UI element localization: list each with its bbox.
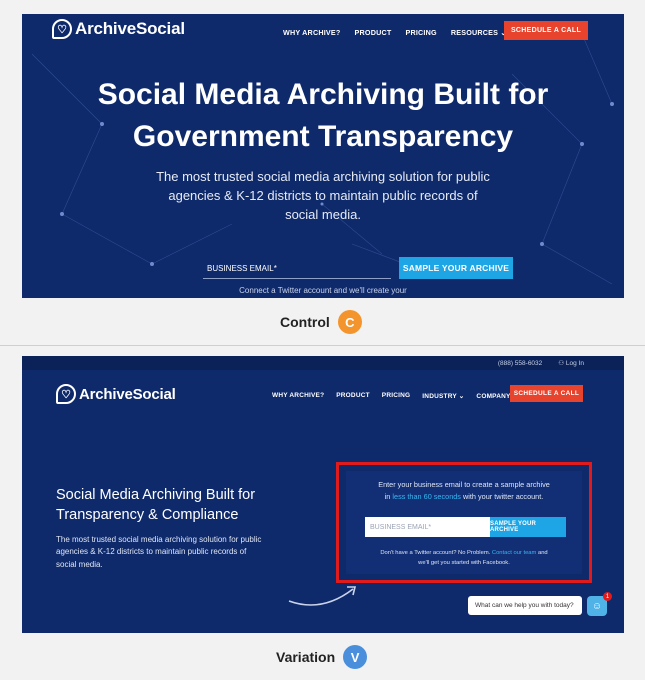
hero-subtitle: The most trusted social media archiving … [56,534,261,571]
hero-subtitle-line2: agencies & K-12 districts to maintain pu… [56,547,247,557]
form-intro: Enter your business email to create a sa… [346,479,582,503]
nav-product[interactable]: PRODUCT [355,28,392,37]
nav-pricing[interactable]: PRICING [405,28,436,37]
form-intro-line2: in less than 60 seconds with your twitte… [384,492,544,502]
hero-subtitle-line1: The most trusted social media archiving … [156,169,490,184]
business-email-input[interactable]: BUSINESS EMAIL* [203,259,391,279]
form-intro-line1: Enter your business email to create a sa… [378,480,550,489]
network-background [31,33,614,285]
contact-team-link[interactable]: Contact our team [492,550,536,556]
hero-title-line1: Social Media Archiving Built for [56,487,256,503]
variation-badge: V [343,645,368,669]
variation-screenshot: (888) 558-6032 ⚇ Log In ♡ ArchiveSocial … [22,356,624,633]
hero-title: Social Media Archiving Built for Transpa… [56,486,255,525]
nav-product[interactable]: PRODUCT [336,392,370,400]
hero-title-line2: Transparency & Compliance [56,506,239,523]
schedule-call-button[interactable]: SCHEDULE A CALL [510,385,583,402]
schedule-call-button[interactable]: SCHEDULE A CALL [504,21,588,40]
login-link[interactable]: ⚇ Log In [558,359,584,367]
top-utility-bar: (888) 558-6032 ⚇ Log In [22,356,624,370]
logo-icon: ♡ [56,384,76,404]
chat-prompt[interactable]: What can we help you with today? [468,596,582,615]
nav-resources[interactable]: RESOURCES ⌄ [451,28,507,37]
variation-label: Variation [276,649,336,665]
form-note-line2: we'll get you started with Facebook. [418,559,510,566]
hero-title-line2: Government Transparency [132,120,514,153]
control-caption: Control C [280,310,362,334]
sample-archive-button[interactable]: SAMPLE YOUR ARCHIVE [490,517,566,537]
form-note: Don't have a Twitter account? No Problem… [346,549,582,569]
control-label: Control [280,314,330,330]
hero-subtitle-line1: The most trusted social media archiving … [56,535,262,544]
hero-subtitle-line3: social media. [285,207,361,222]
control-badge: C [337,310,362,334]
logo-icon: ♡ [52,19,72,39]
phone-number[interactable]: (888) 558-6032 [498,360,542,367]
sample-archive-button[interactable]: SAMPLE YOUR ARCHIVE [399,257,513,279]
logo[interactable]: ♡ ArchiveSocial [56,384,176,404]
nav-why-archive[interactable]: WHY ARCHIVE? [283,28,341,37]
hero-subtitle-line2: agencies & K-12 districts to maintain pu… [168,188,478,203]
section-divider [0,345,645,346]
sample-archive-form: Enter your business email to create a sa… [336,462,592,583]
control-footnote: Connect a Twitter account and we'll crea… [239,286,407,295]
control-screenshot: ♡ ArchiveSocial WHY ARCHIVE? PRODUCT PRI… [22,14,624,298]
nav-why-archive[interactable]: WHY ARCHIVE? [272,392,324,400]
user-icon: ⚇ [558,360,565,367]
form-note-line1: Don't have a Twitter account? No Problem… [380,550,548,556]
logo[interactable]: ♡ ArchiveSocial [52,19,185,39]
login-label: Log In [565,360,584,367]
arrow-icon [288,586,357,606]
nav-pricing[interactable]: PRICING [382,392,411,400]
hero-title-line1: Social Media Archiving Built for [97,78,549,111]
highlight-60-seconds: less than 60 seconds [392,492,461,502]
chat-count-badge: 1 [603,592,612,601]
business-email-input[interactable]: BUSINESS EMAIL* [365,517,490,537]
variation-caption: Variation V [276,645,368,669]
hero-subtitle-line3: social media. [56,559,103,569]
nav-industry[interactable]: INDUSTRY ⌄ [422,392,464,400]
